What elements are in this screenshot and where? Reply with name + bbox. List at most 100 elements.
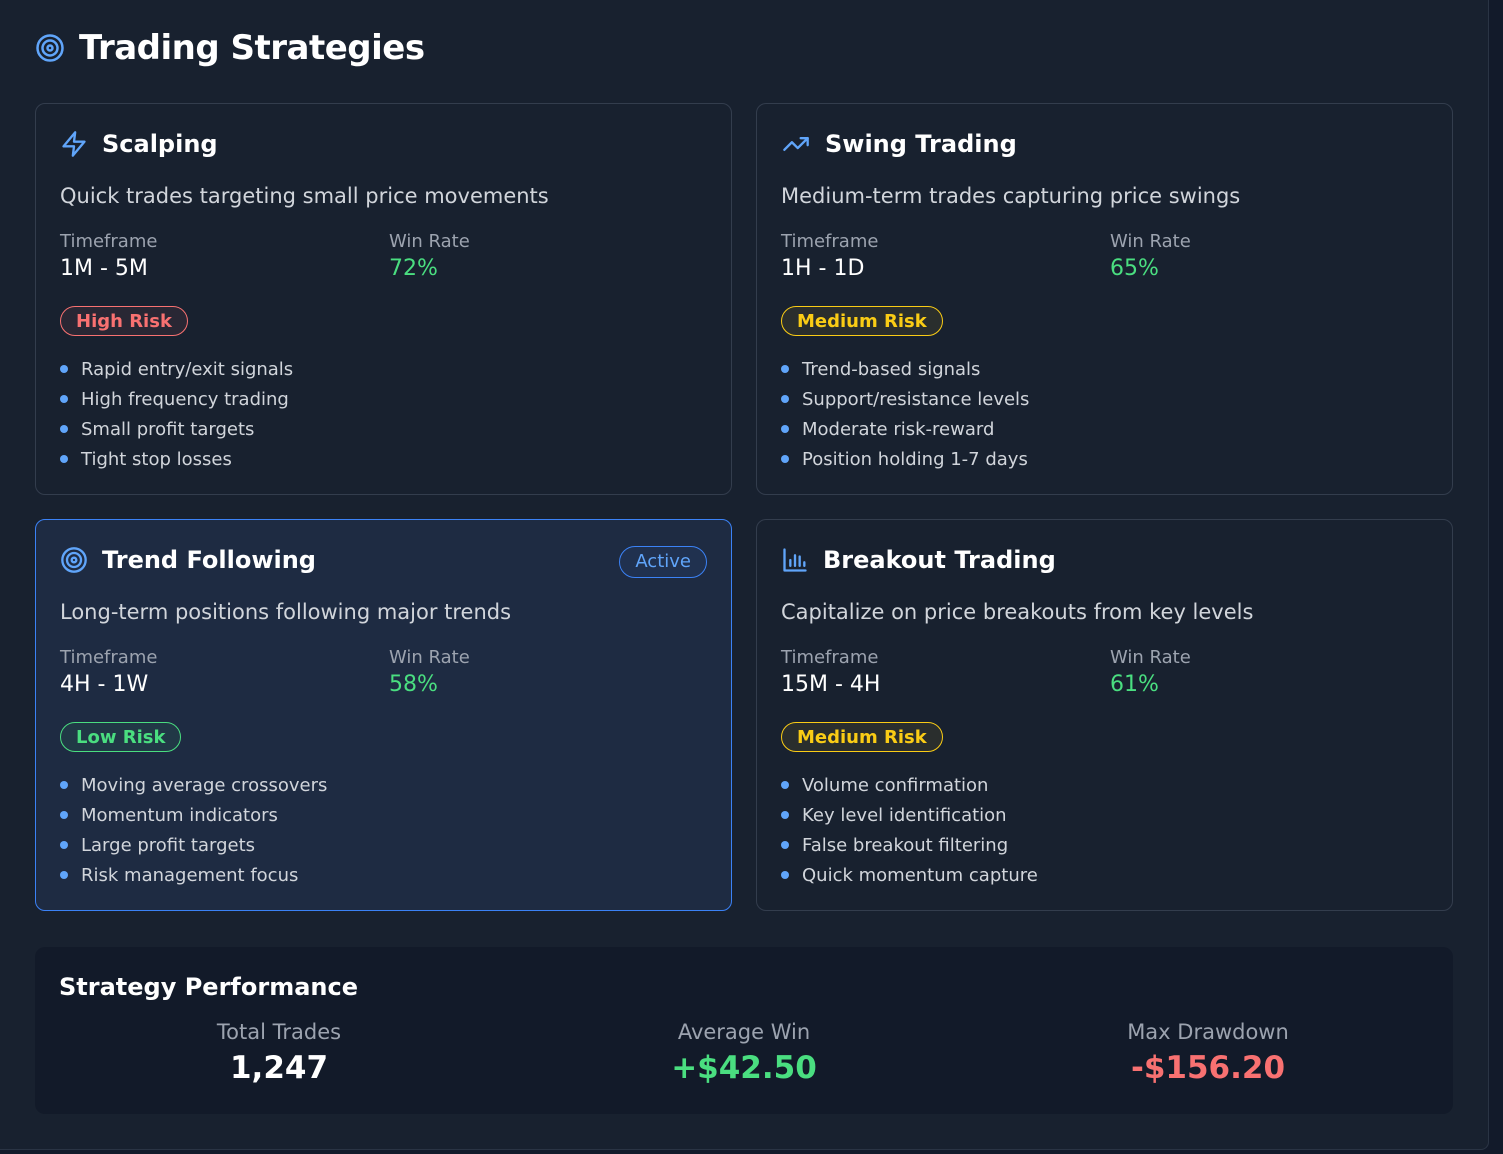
card-header: Scalping	[60, 130, 218, 158]
bullet-dot	[781, 365, 789, 373]
bullet-dot	[781, 455, 789, 463]
trending-up-icon	[781, 130, 811, 158]
winrate-value: 58%	[389, 672, 438, 697]
timeframe-value: 15M - 4H	[781, 672, 881, 697]
feature-item: Moving average crossovers	[60, 770, 327, 800]
card-description: Quick trades targeting small price movem…	[60, 184, 549, 208]
feature-item: Momentum indicators	[60, 800, 327, 830]
metric-label: Total Trades	[216, 1020, 342, 1044]
feature-text: Moderate risk-reward	[802, 418, 995, 440]
feature-text: Position holding 1-7 days	[802, 448, 1028, 470]
feature-item: Rapid entry/exit signals	[60, 354, 293, 384]
bullet-dot	[781, 781, 789, 789]
card-header: Trend Following	[60, 546, 316, 574]
risk-badge: Medium Risk	[781, 722, 943, 752]
winrate-label: Win Rate	[1110, 231, 1191, 252]
card-title: Scalping	[102, 130, 218, 158]
winrate-value: 61%	[1110, 672, 1159, 697]
winrate-label: Win Rate	[389, 231, 470, 252]
bullet-dot	[781, 871, 789, 879]
bullet-dot	[60, 425, 68, 433]
strategy-card-breakout-trading[interactable]: Breakout Trading Capitalize on price bre…	[756, 519, 1453, 911]
bullet-dot	[781, 425, 789, 433]
feature-list: Rapid entry/exit signals High frequency …	[60, 354, 293, 474]
feature-text: Risk management focus	[81, 864, 299, 886]
bullet-dot	[60, 365, 68, 373]
bullet-dot	[60, 781, 68, 789]
metric-value: -$156.20	[1130, 1050, 1286, 1086]
timeframe-label: Timeframe	[60, 231, 158, 252]
timeframe-label: Timeframe	[781, 231, 879, 252]
feature-text: Moving average crossovers	[81, 774, 328, 796]
risk-badge: Low Risk	[60, 722, 182, 752]
feature-text: Small profit targets	[81, 418, 255, 440]
feature-text: High frequency trading	[81, 388, 289, 410]
feature-item: Risk management focus	[60, 860, 327, 890]
winrate-label: Win Rate	[389, 647, 470, 668]
metric-average-win: Average Win +$42.50	[524, 1020, 964, 1086]
winrate-label: Win Rate	[1110, 647, 1191, 668]
performance-title: Strategy Performance	[59, 973, 358, 1001]
timeframe-label: Timeframe	[60, 647, 158, 668]
bullet-dot	[60, 871, 68, 879]
bullet-dot	[60, 455, 68, 463]
feature-text: Rapid entry/exit signals	[81, 358, 294, 380]
bullet-dot	[60, 811, 68, 819]
feature-item: High frequency trading	[60, 384, 293, 414]
feature-item: Position holding 1-7 days	[781, 444, 1029, 474]
lightning-icon	[60, 130, 88, 158]
feature-text: Support/resistance levels	[802, 388, 1030, 410]
page-header: Trading Strategies	[35, 28, 425, 68]
feature-list: Trend-based signals Support/resistance l…	[781, 354, 1029, 474]
feature-item: Quick momentum capture	[781, 860, 1038, 890]
metric-label: Average Win	[677, 1020, 811, 1044]
card-title: Swing Trading	[825, 130, 1017, 158]
bullet-dot	[60, 395, 68, 403]
feature-list: Moving average crossovers Momentum indic…	[60, 770, 327, 890]
card-description: Long-term positions following major tren…	[60, 600, 512, 624]
page-title: Trading Strategies	[79, 28, 425, 68]
strategy-performance: Strategy Performance Total Trades 1,247 …	[35, 947, 1453, 1114]
winrate-value: 72%	[389, 256, 438, 281]
card-header: Breakout Trading	[781, 546, 1056, 574]
feature-item: Moderate risk-reward	[781, 414, 1029, 444]
timeframe-value: 1M - 5M	[60, 256, 148, 281]
metric-total-trades: Total Trades 1,247	[59, 1020, 499, 1086]
strategy-card-trend-following[interactable]: Trend Following Active Long-term positio…	[35, 519, 732, 911]
risk-badge: High Risk	[60, 306, 188, 336]
target-icon	[35, 33, 65, 63]
bar-chart-icon	[781, 546, 809, 574]
feature-text: Volume confirmation	[802, 774, 989, 796]
card-header: Swing Trading	[781, 130, 1017, 158]
feature-text: Quick momentum capture	[802, 864, 1038, 886]
feature-list: Volume confirmation Key level identifica…	[781, 770, 1038, 890]
feature-item: Small profit targets	[60, 414, 293, 444]
feature-item: Key level identification	[781, 800, 1038, 830]
card-title: Breakout Trading	[823, 546, 1056, 574]
feature-item: False breakout filtering	[781, 830, 1038, 860]
bullet-dot	[781, 811, 789, 819]
strategy-card-swing-trading[interactable]: Swing Trading Medium-term trades capturi…	[756, 103, 1453, 495]
feature-item: Large profit targets	[60, 830, 327, 860]
winrate-value: 65%	[1110, 256, 1159, 281]
bullet-dot	[781, 841, 789, 849]
metric-value: +$42.50	[671, 1050, 817, 1086]
feature-text: Large profit targets	[81, 834, 256, 856]
timeframe-label: Timeframe	[781, 647, 879, 668]
feature-text: Trend-based signals	[802, 358, 981, 380]
timeframe-value: 1H - 1D	[781, 256, 865, 281]
card-title: Trend Following	[102, 546, 316, 574]
timeframe-value: 4H - 1W	[60, 672, 149, 697]
metric-value: 1,247	[229, 1050, 329, 1086]
card-description: Capitalize on price breakouts from key l…	[781, 600, 1254, 624]
feature-text: False breakout filtering	[802, 834, 1009, 856]
feature-text: Tight stop losses	[81, 448, 232, 470]
feature-item: Trend-based signals	[781, 354, 1029, 384]
strategy-card-scalping[interactable]: Scalping Quick trades targeting small pr…	[35, 103, 732, 495]
metric-label: Max Drawdown	[1127, 1020, 1289, 1044]
card-description: Medium-term trades capturing price swing…	[781, 184, 1241, 208]
feature-text: Momentum indicators	[81, 804, 278, 826]
feature-text: Key level identification	[802, 804, 1007, 826]
active-badge: Active	[619, 546, 707, 578]
feature-item: Support/resistance levels	[781, 384, 1029, 414]
